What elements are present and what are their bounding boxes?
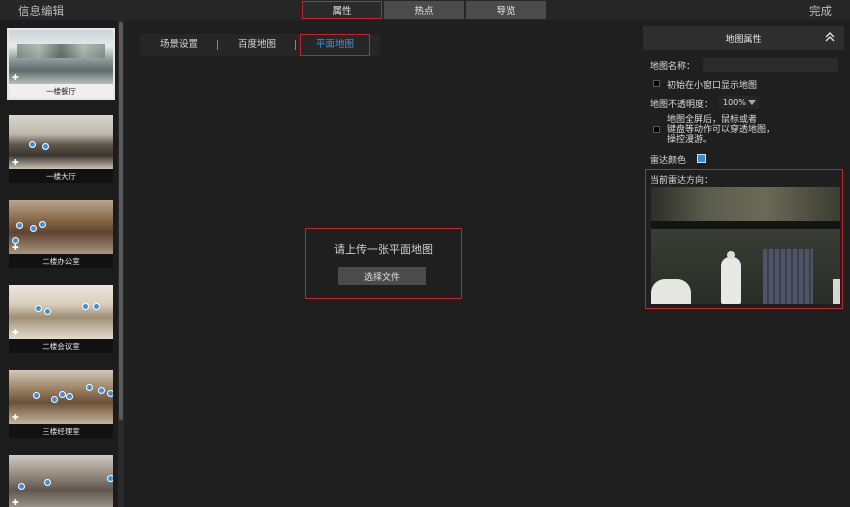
scrollbar-thumb[interactable] [119, 22, 123, 420]
hotspot-icon [59, 391, 66, 398]
hotspot-icon [42, 143, 49, 150]
hotspot-icon [51, 396, 58, 403]
scene-label: 一楼大厅 [9, 169, 113, 183]
map-subtabs: 场景设置 百度地图 平面地图 [140, 34, 380, 56]
hotspot-icon [35, 305, 42, 312]
panel-title: 地图属性 [725, 34, 762, 45]
fullscreen-passthrough-checkbox[interactable] [653, 126, 660, 133]
pin-icon: ✚ [12, 413, 19, 422]
tab-floor-plan[interactable]: 平面地图 [300, 34, 371, 56]
hotspot-icon [82, 303, 89, 310]
scene-thumbnail: ✚ [9, 370, 113, 424]
scene-item[interactable]: ✚ 三楼经理室 [9, 370, 113, 438]
choose-file-button[interactable]: 选择文件 [338, 267, 426, 285]
hotspot-icon [33, 392, 40, 399]
scene-item[interactable]: ✚ [9, 455, 113, 507]
top-bar: 信息编辑 属性 热点 导览 完成 [0, 0, 850, 20]
hotspot-icon [39, 221, 46, 228]
radar-color-swatch[interactable] [697, 154, 706, 163]
pin-icon: ✚ [12, 498, 19, 507]
app-title: 信息编辑 [18, 4, 64, 18]
show-small-window-checkbox[interactable] [653, 80, 660, 87]
scene-thumbnail: ✚ [9, 30, 113, 84]
scene-item[interactable]: ✚ 二楼会议室 [9, 285, 113, 353]
collapse-icon[interactable] [824, 31, 836, 46]
pin-icon: ✚ [12, 243, 19, 252]
map-properties-panel: 地图属性 地图名称： 初始在小窗口显示地图 地图不透明度： 100% 地图全屏后… [643, 26, 844, 316]
upload-prompt: 请上传一张平面地图 [334, 243, 433, 256]
panel-header: 地图属性 [643, 26, 844, 50]
pin-icon: ✚ [12, 328, 19, 337]
floor-plan-upload: 请上传一张平面地图 选择文件 [305, 228, 462, 299]
tab-hotspots[interactable]: 热点 [384, 1, 464, 19]
hotspot-icon [107, 475, 113, 482]
scene-label: 一楼餐厅 [9, 84, 113, 98]
map-name-label: 地图名称： [650, 62, 696, 72]
opacity-select[interactable]: 100% [719, 96, 759, 109]
radar-direction-box: 当前雷达方向： [645, 169, 843, 309]
tab-properties[interactable]: 属性 [302, 1, 382, 19]
scene-thumbnail: ✚ [9, 285, 113, 339]
opacity-value: 100% [723, 98, 746, 107]
radar-direction-label: 当前雷达方向： [650, 176, 714, 186]
hotspot-icon [93, 303, 100, 310]
main-tabs: 属性 热点 导览 [302, 1, 546, 19]
scene-label: 三楼经理室 [9, 424, 113, 438]
scene-thumbnail: ✚ [9, 115, 113, 169]
hotspot-icon [18, 483, 25, 490]
fullscreen-line-2: 键盘等动作可以穿透地图， [667, 125, 776, 135]
tab-scene-settings[interactable]: 场景设置 [140, 34, 219, 56]
tab-baidu-map[interactable]: 百度地图 [218, 34, 297, 56]
map-name-input[interactable] [703, 58, 838, 72]
hotspot-icon [44, 308, 51, 315]
scene-thumbnail: ✚ [9, 455, 113, 507]
opacity-label: 地图不透明度： [650, 100, 714, 110]
hotspot-icon [44, 479, 51, 486]
tab-tour-guide[interactable]: 导览 [466, 1, 546, 19]
hotspot-icon [86, 384, 93, 391]
scene-item[interactable]: ✚ 一楼餐厅 [7, 28, 115, 100]
hotspot-icon [107, 390, 113, 397]
scene-label: 二楼会议室 [9, 339, 113, 353]
hotspot-icon [98, 387, 105, 394]
radar-color-label: 雷达颜色 [650, 156, 687, 166]
hotspot-icon [16, 222, 23, 229]
scene-list: ✚ 一楼餐厅 ✚ 一楼大厅 ✚ 二楼办公室 ✚ 二楼会议室 ✚ 三楼经理室 ✚ [0, 20, 124, 507]
pin-icon: ✚ [12, 158, 19, 167]
show-small-window-label: 初始在小窗口显示地图 [667, 81, 758, 91]
scene-item[interactable]: ✚ 二楼办公室 [9, 200, 113, 268]
pin-icon: ✚ [12, 73, 19, 82]
done-button[interactable]: 完成 [809, 3, 832, 19]
fullscreen-line-3: 操控漫游。 [667, 135, 713, 145]
chevron-down-icon [748, 100, 756, 105]
scene-item[interactable]: ✚ 一楼大厅 [9, 115, 113, 183]
scene-label: 二楼办公室 [9, 254, 113, 268]
radar-direction-preview[interactable] [651, 187, 840, 304]
fullscreen-passthrough-label: 地图全屏后，鼠标或者 键盘等动作可以穿透地图， 操控漫游。 [667, 115, 775, 145]
hotspot-icon [66, 393, 73, 400]
hotspot-icon [29, 141, 36, 148]
fullscreen-line-1: 地图全屏后，鼠标或者 [667, 115, 758, 125]
hotspot-icon [30, 225, 37, 232]
scene-thumbnail: ✚ [9, 200, 113, 254]
